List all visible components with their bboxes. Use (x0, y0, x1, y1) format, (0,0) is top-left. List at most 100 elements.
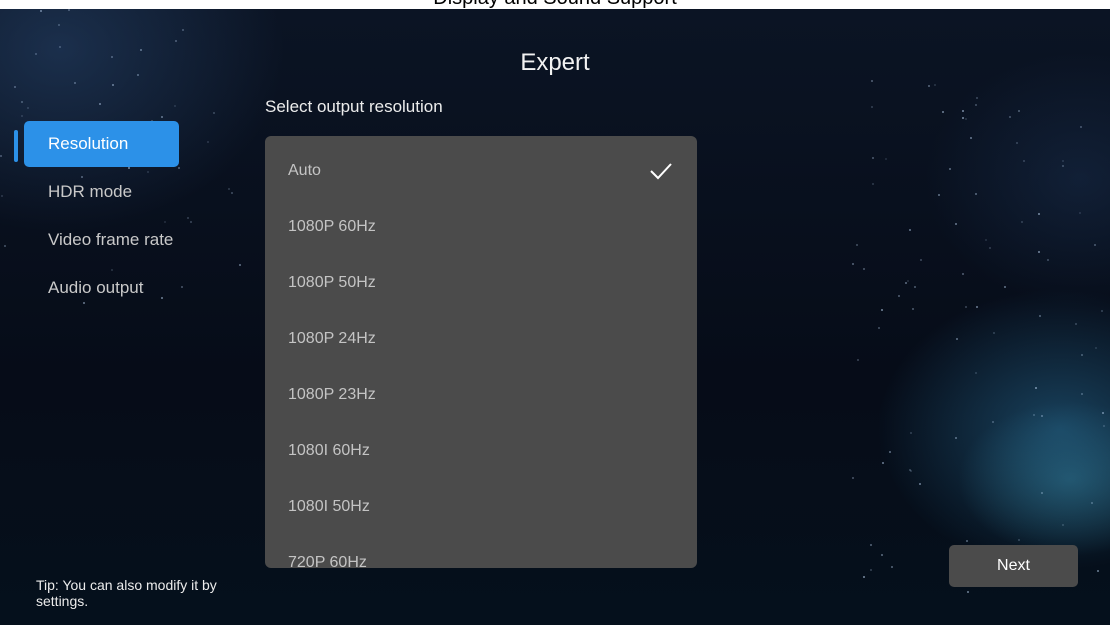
star-dot (189, 221, 192, 224)
star-dot (871, 105, 874, 108)
star-dot (852, 477, 855, 480)
star-dot (991, 421, 994, 424)
resolution-option-label: 1080P 23Hz (288, 386, 376, 403)
star-dot (68, 9, 71, 11)
star-dot (941, 110, 944, 113)
star-dot (909, 431, 912, 434)
star-dot (912, 308, 915, 311)
resolution-option-label: 1080P 50Hz (288, 274, 376, 291)
resolution-option-1080i-50hz[interactable]: 1080I 50Hz (265, 479, 697, 535)
star-dot (974, 103, 977, 106)
resolution-option-1080p-24hz[interactable]: 1080P 24Hz (265, 311, 697, 367)
star-dot (992, 332, 995, 335)
star-dot (1021, 220, 1024, 223)
star-dot (1091, 502, 1094, 505)
star-dot (851, 263, 854, 266)
star-dot (161, 116, 164, 119)
star-dot (1037, 213, 1040, 216)
setup-screen: Expert Resolution HDR mode Video frame r… (0, 9, 1110, 625)
star-dot (870, 569, 873, 572)
resolution-option-720p-60hz[interactable]: 720P 60Hz (265, 535, 697, 568)
page-title: Expert (520, 49, 590, 76)
star-dot (949, 168, 952, 171)
star-dot (1081, 392, 1084, 395)
star-dot (40, 9, 43, 12)
star-dot (969, 136, 972, 139)
resolution-option-1080p-50hz[interactable]: 1080P 50Hz (265, 255, 697, 311)
sidebar-item-label: HDR mode (48, 182, 133, 201)
star-dot (964, 117, 967, 120)
sidebar-item-audio-output[interactable]: Audio output (24, 265, 179, 311)
resolution-option-label: 1080I 50Hz (288, 498, 370, 515)
star-dot (0, 155, 3, 158)
star-dot (1003, 285, 1006, 288)
star-dot (884, 157, 887, 160)
star-dot (856, 243, 859, 246)
star-dot (904, 281, 907, 284)
star-dot (1041, 491, 1044, 494)
star-dot (1102, 424, 1105, 427)
star-dot (1078, 211, 1081, 214)
star-dot (954, 222, 957, 225)
star-dot (857, 358, 860, 361)
star-dot (918, 482, 921, 485)
sidebar-item-label: Video frame rate (48, 230, 174, 249)
sidebar-item-hdr-mode[interactable]: HDR mode (24, 169, 179, 215)
star-dot (111, 84, 114, 87)
star-dot (1047, 258, 1050, 261)
star-dot (181, 29, 184, 31)
star-dot (964, 306, 967, 309)
star-dot (984, 239, 987, 242)
star-dot (1034, 386, 1037, 389)
star-dot (862, 576, 865, 579)
star-dot (966, 591, 969, 594)
star-dot (4, 244, 6, 247)
resolution-option-1080p-23hz[interactable]: 1080P 23Hz (265, 367, 697, 423)
star-dot (1038, 251, 1041, 254)
star-dot (99, 102, 101, 105)
star-dot (1075, 323, 1078, 326)
star-dot (230, 191, 233, 194)
active-indicator (14, 130, 18, 162)
resolution-option-auto[interactable]: Auto (265, 143, 697, 199)
sidebar-item-video-frame-rate[interactable]: Video frame rate (24, 217, 179, 263)
star-dot (58, 24, 61, 27)
star-dot (913, 286, 916, 289)
star-dot (0, 194, 3, 197)
star-dot (174, 39, 177, 42)
star-dot (870, 543, 873, 546)
star-dot (882, 462, 885, 465)
star-dot (1061, 165, 1064, 168)
star-dot (1061, 160, 1064, 163)
resolution-option-label: 1080I 60Hz (288, 442, 370, 459)
star-dot (863, 268, 866, 271)
star-dot (238, 263, 241, 266)
star-dot (58, 45, 61, 48)
star-dot (975, 371, 978, 374)
resolution-option-label: 1080P 60Hz (288, 218, 376, 235)
resolution-list: Auto 1080P 60Hz 1080P 50Hz 1080P 24Hz 10… (265, 136, 697, 568)
star-dot (871, 157, 874, 160)
star-dot (889, 450, 892, 453)
star-dot (21, 100, 24, 103)
star-dot (1017, 110, 1020, 113)
star-dot (1009, 115, 1012, 118)
star-dot (1101, 309, 1104, 312)
star-dot (1102, 411, 1105, 414)
star-dot (870, 80, 873, 83)
top-bar-title: Display and Sound Support (0, 0, 1110, 9)
star-dot (1040, 414, 1043, 417)
sidebar-item-resolution[interactable]: Resolution (24, 121, 179, 167)
star-dot (937, 194, 940, 197)
star-dot (1081, 354, 1084, 357)
star-dot (27, 107, 30, 110)
star-dot (1016, 142, 1019, 145)
resolution-option-1080i-60hz[interactable]: 1080I 60Hz (265, 423, 697, 479)
tip-text: Tip: You can also modify it by settings. (36, 577, 217, 609)
star-dot (880, 308, 883, 311)
next-button[interactable]: Next (949, 545, 1078, 587)
star-dot (207, 141, 210, 144)
resolution-option-1080p-60hz[interactable]: 1080P 60Hz (265, 199, 697, 255)
star-dot (962, 272, 965, 275)
star-dot (934, 83, 937, 86)
